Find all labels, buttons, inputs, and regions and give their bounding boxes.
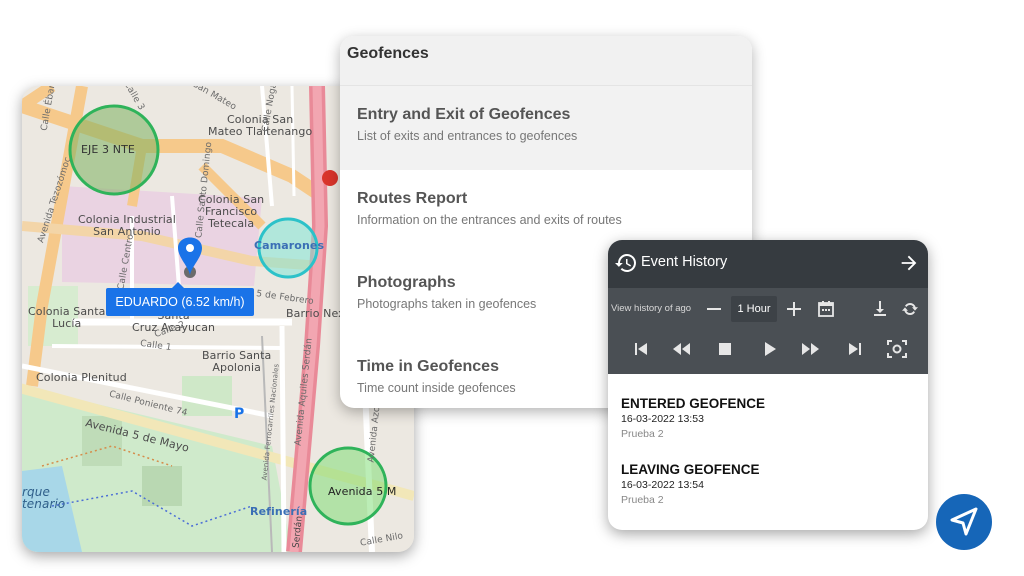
plus-icon[interactable] (784, 299, 804, 319)
duration-value[interactable]: 1 Hour (731, 296, 777, 322)
skip-end-icon[interactable] (844, 339, 866, 359)
history-icon (615, 254, 636, 272)
navigation-button[interactable] (936, 494, 992, 550)
event-time: 16-03-2022 13:54 (621, 479, 704, 491)
navigation-icon (950, 507, 978, 536)
play-icon[interactable] (758, 339, 780, 359)
map-label: Colonia Santa Lucía (28, 305, 106, 330)
event-title: LEAVING GEOFENCE (621, 462, 760, 477)
event-history-header: Event History (608, 240, 928, 288)
event-geofence: Prueba 2 (621, 428, 664, 440)
stop-icon[interactable] (714, 339, 736, 359)
map-label: Avenida 5 M (328, 485, 397, 498)
map-label: Barrio Nex (286, 307, 345, 320)
fast-forward-icon[interactable] (800, 339, 822, 359)
menu-item-entry-exit-geofences[interactable]: Entry and Exit of Geofences List of exit… (340, 86, 752, 170)
parking-icon: P (234, 406, 245, 422)
menu-item-title: Routes Report (357, 190, 468, 207)
map-label: Camarones (254, 239, 325, 252)
map-label: rque tenario (22, 485, 66, 511)
focus-icon[interactable] (886, 339, 908, 359)
map-label: EJE 3 NTE (81, 143, 135, 156)
rewind-icon[interactable] (670, 339, 692, 359)
map-label: Colonia Plenitud (36, 371, 127, 384)
event-geofence: Prueba 2 (621, 494, 664, 506)
minus-icon[interactable] (704, 299, 724, 319)
event-history-panel: Event History View history of ago 1 Hour (608, 240, 928, 530)
calendar-icon[interactable] (816, 299, 836, 319)
event-history-title: Event History (641, 254, 728, 270)
menu-item-title: Entry and Exit of Geofences (357, 106, 571, 123)
geofences-title: Geofences (340, 36, 752, 86)
event-time: 16-03-2022 13:53 (621, 413, 704, 425)
vehicle-label[interactable]: EDUARDO (6.52 km/h) (106, 282, 254, 316)
event-list: ENTERED GEOFENCE 16-03-2022 13:53 Prueba… (608, 374, 928, 506)
playback-controls: View history of ago 1 Hour (608, 288, 928, 374)
list-item[interactable]: ENTERED GEOFENCE 16-03-2022 13:53 Prueba… (621, 396, 928, 440)
menu-item-description: List of exits and entrances to geofences (357, 129, 578, 143)
list-item[interactable]: LEAVING GEOFENCE 16-03-2022 13:54 Prueba… (621, 462, 928, 506)
arrow-right-icon[interactable] (898, 252, 920, 274)
menu-item-description: Information on the entrances and exits o… (357, 213, 622, 227)
map-label: Barrio Santa Apolonia (202, 349, 272, 374)
skip-start-icon[interactable] (630, 339, 652, 359)
download-icon[interactable] (870, 299, 890, 319)
event-title: ENTERED GEOFENCE (621, 396, 766, 411)
view-history-label: View history of ago (611, 303, 692, 314)
sync-icon[interactable] (900, 299, 920, 319)
